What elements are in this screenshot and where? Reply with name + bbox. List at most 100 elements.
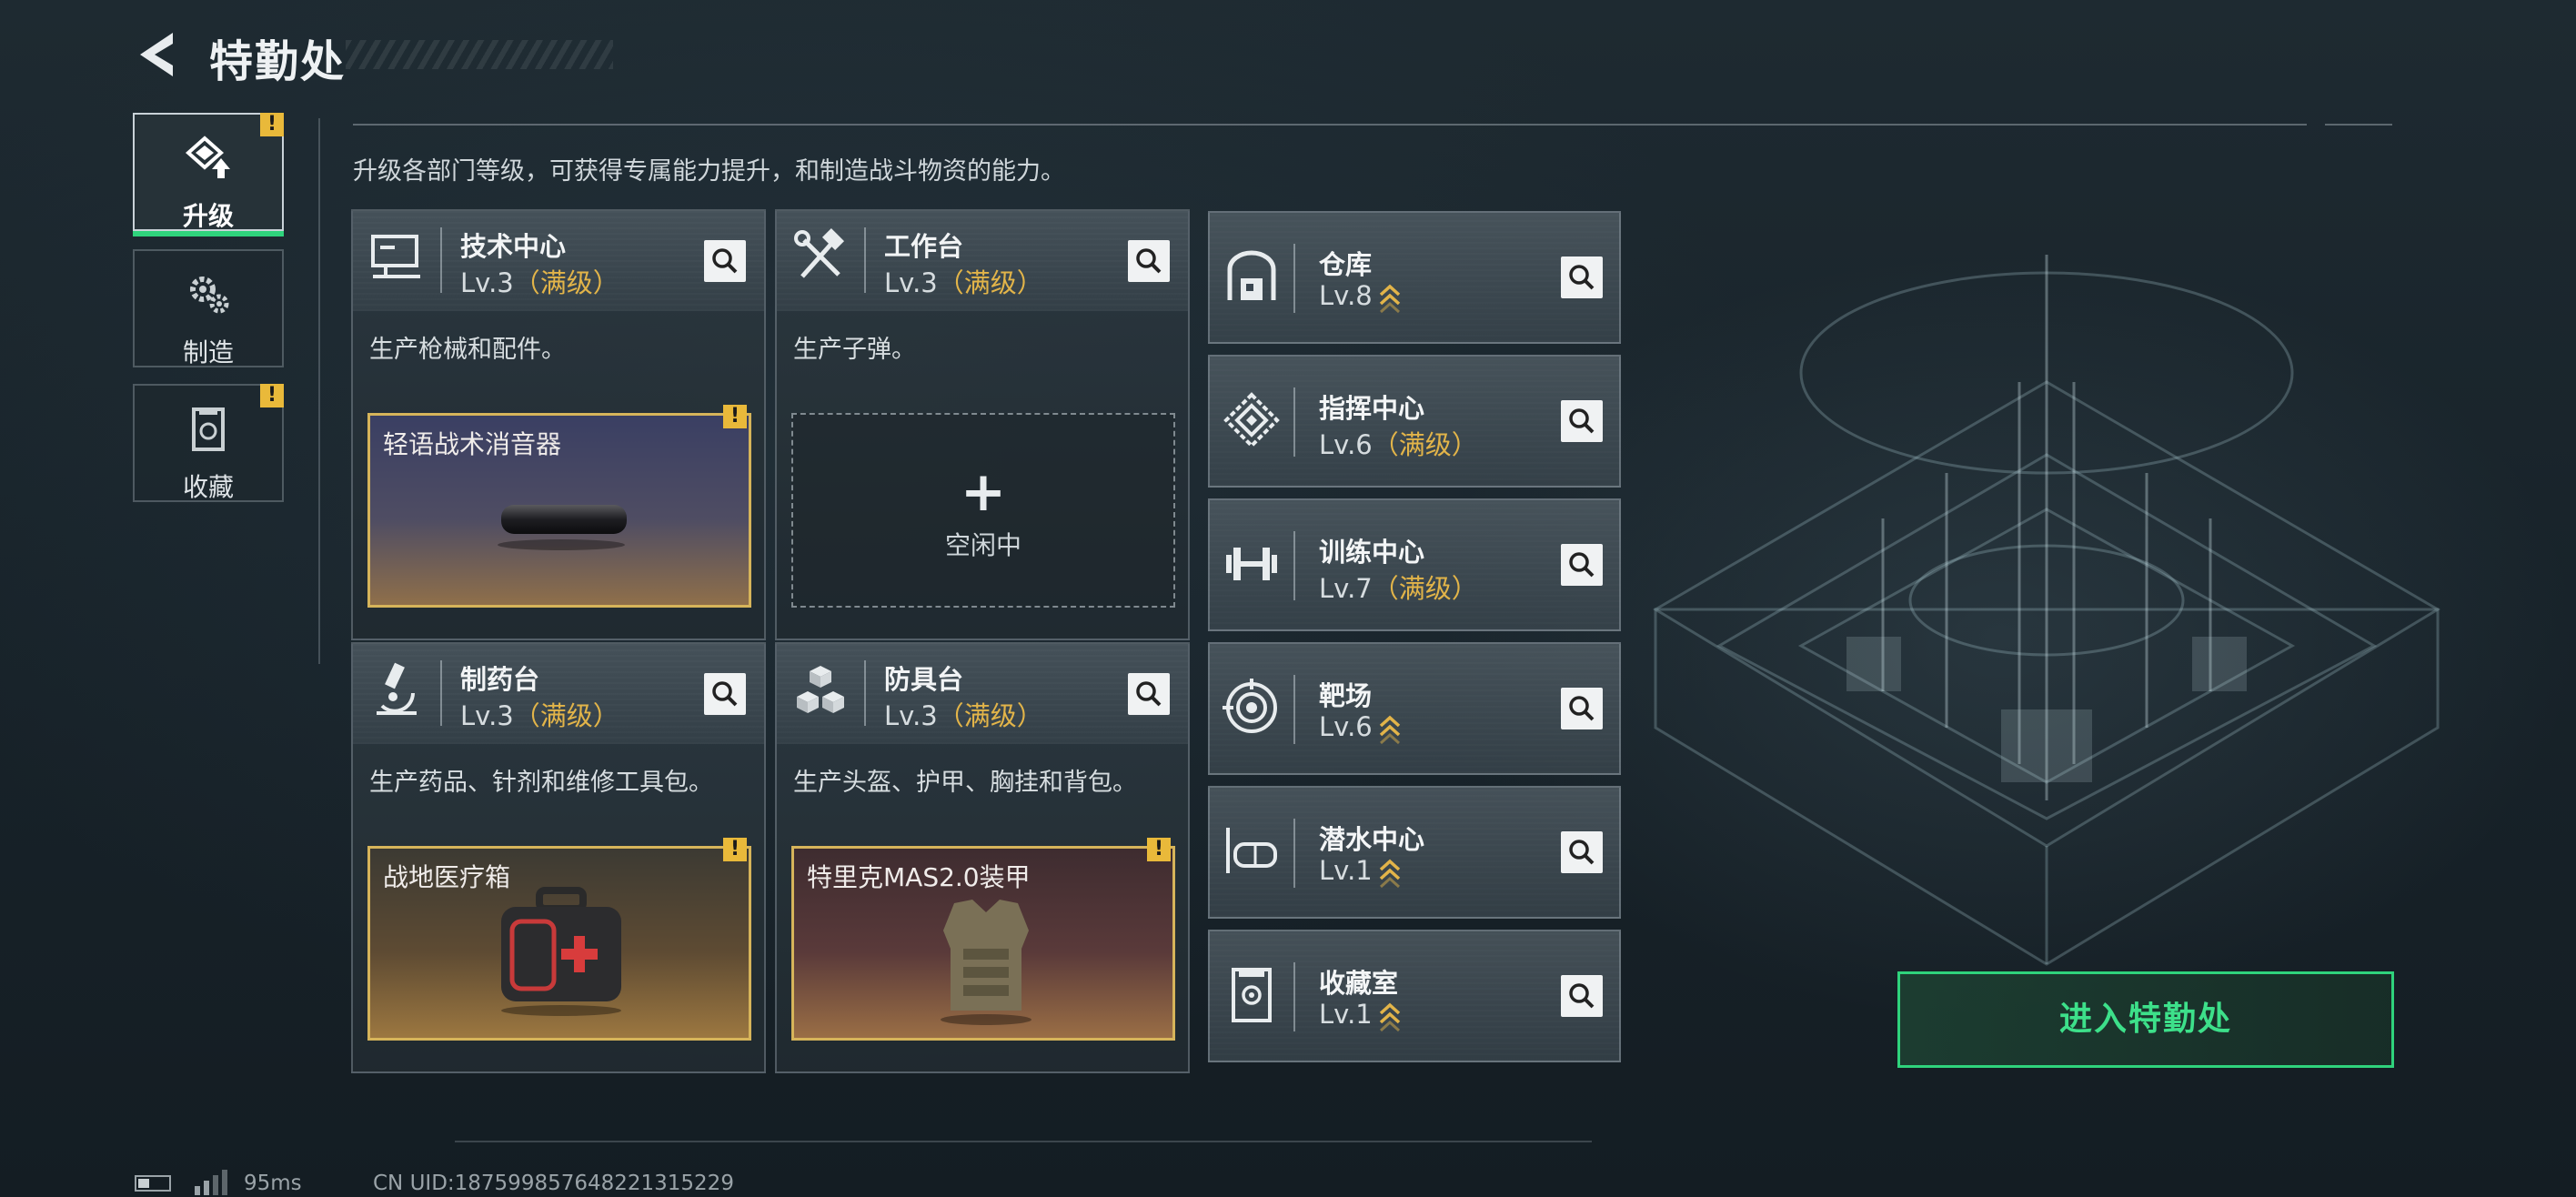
suppressor-item-image (498, 505, 627, 550)
facility-shooting-range[interactable]: 靶场 Lv.6 (1208, 642, 1621, 775)
empty-production-slot[interactable]: + 空闲中 (791, 413, 1175, 608)
upgrade-available-icon (1379, 859, 1400, 888)
collection-icon (192, 407, 225, 451)
tab-collection[interactable]: 收藏 ! (133, 384, 284, 502)
facility-collection-room[interactable]: 收藏室 Lv.1 (1208, 930, 1621, 1062)
facility-level: Lv.6（满级） (1319, 424, 1478, 462)
search-button[interactable] (704, 240, 746, 282)
department-description: 生产枪械和配件。 (369, 336, 566, 364)
warehouse-icon (1227, 250, 1276, 300)
tab-upgrade-label: 升级 (182, 201, 234, 231)
department-card-armor[interactable]: 防具台 Lv.3（满级） 生产头盔、护甲、胸挂和背包。 特里克MAS2.0装甲 … (775, 642, 1190, 1073)
upgrade-available-icon (1379, 284, 1400, 313)
level-value: Lv.3 (460, 267, 514, 298)
facility-name: 仓库 (1319, 249, 1373, 280)
upgrade-available-icon (1379, 715, 1400, 744)
plus-icon: + (960, 460, 1007, 524)
department-name: 制药台 (460, 664, 540, 695)
computer-icon (371, 235, 420, 278)
level-value: Lv.1 (1319, 999, 1373, 1030)
alert-badge: ! (1147, 838, 1171, 861)
tab-upgrade[interactable]: 升级 ! (133, 113, 284, 236)
search-icon (1569, 696, 1595, 721)
card-separator (864, 227, 866, 293)
facility-separator (1293, 387, 1295, 457)
alert-badge: ! (723, 838, 747, 861)
max-level-tag: （满级） (1372, 429, 1478, 460)
level-value: Lv.3 (884, 267, 938, 298)
alert-badge: ! (260, 113, 284, 136)
max-level-tag: （满级） (937, 267, 1043, 298)
back-arrow-icon[interactable] (133, 29, 180, 80)
card-separator (864, 660, 866, 726)
microscope-icon (377, 662, 417, 715)
tab-collection-label: 收藏 (182, 472, 234, 502)
level-value: Lv.6 (1319, 711, 1373, 742)
facility-level: Lv.7（满级） (1319, 568, 1478, 606)
top-divider (353, 124, 2307, 126)
facility-level: Lv.1 (1319, 855, 1402, 888)
alert-badge: ! (260, 384, 284, 407)
search-icon (1136, 248, 1162, 274)
left-divider (318, 118, 320, 664)
signal-strength-icon (195, 1170, 227, 1195)
max-level-tag: （满级） (513, 700, 619, 731)
idle-label: 空闲中 (944, 530, 1021, 560)
search-button[interactable] (1561, 688, 1603, 729)
upgrade-icon (185, 136, 230, 178)
search-button[interactable] (1561, 831, 1603, 873)
production-slot[interactable]: 战地医疗箱 ! (367, 838, 751, 1041)
card-separator (440, 660, 442, 726)
facility-level: Lv.6 (1319, 711, 1402, 744)
search-icon (1569, 983, 1595, 1009)
tab-craft[interactable]: 制造 (133, 249, 284, 367)
production-slot[interactable]: 特里克MAS2.0装甲 ! (791, 838, 1175, 1041)
medkit-item-image (501, 887, 621, 1016)
max-level-tag: （满级） (513, 267, 619, 298)
department-card-tech-center[interactable]: 技术中心 Lv.3（满级） 生产枪械和配件。 轻语战术消音器 ! (351, 209, 766, 640)
command-center-icon (1223, 392, 1280, 448)
craft-gears-icon (190, 277, 229, 314)
facility-level: Lv.8 (1319, 280, 1402, 313)
search-icon (1569, 840, 1595, 865)
facility-separator (1293, 244, 1295, 313)
max-level-tag: （满级） (1372, 573, 1478, 604)
level-value: Lv.7 (1319, 573, 1373, 604)
search-button[interactable] (704, 673, 746, 715)
facility-separator (1293, 675, 1295, 744)
max-level-tag: （满级） (937, 700, 1043, 731)
facility-separator (1293, 531, 1295, 600)
enter-special-ops-button[interactable]: 进入特勤处 (1897, 971, 2394, 1068)
search-button[interactable] (1561, 256, 1603, 298)
target-icon (1223, 679, 1277, 733)
base-hologram-illustration (1653, 255, 2440, 966)
page-title: 特勤处 (209, 36, 347, 87)
search-button[interactable] (1561, 975, 1603, 1017)
facility-separator (1293, 962, 1295, 1031)
department-name: 防具台 (884, 664, 964, 695)
search-button[interactable] (1561, 400, 1603, 442)
search-button[interactable] (1561, 544, 1603, 586)
facility-diving-center[interactable]: 潜水中心 Lv.1 (1208, 786, 1621, 919)
search-button[interactable] (1128, 240, 1170, 282)
facility-name: 靶场 (1319, 680, 1373, 711)
item-name: 轻语战术消音器 (383, 429, 562, 459)
department-level: Lv.3（满级） (884, 695, 1043, 733)
bottom-divider (455, 1141, 1592, 1142)
facility-command-center[interactable]: 指挥中心 Lv.6（满级） (1208, 355, 1621, 488)
department-level: Lv.3（满级） (460, 262, 619, 300)
production-slot[interactable]: 轻语战术消音器 ! (367, 405, 751, 608)
department-card-pharmacy[interactable]: 制药台 Lv.3（满级） 生产药品、针剂和维修工具包。 战地医疗箱 ! (351, 642, 766, 1073)
facility-warehouse[interactable]: 仓库 Lv.8 (1208, 211, 1621, 344)
alert-badge: ! (723, 405, 747, 428)
department-name: 技术中心 (460, 231, 567, 262)
level-value: Lv.6 (1319, 429, 1373, 460)
facility-level: Lv.1 (1319, 999, 1402, 1031)
body-armor-item-image (941, 900, 1031, 1025)
card-separator (440, 227, 442, 293)
facility-training-center[interactable]: 训练中心 Lv.7（满级） (1208, 498, 1621, 631)
search-button[interactable] (1128, 673, 1170, 715)
department-card-workbench[interactable]: 工作台 Lv.3（满级） 生产子弹。 + 空闲中 (775, 209, 1190, 640)
user-uid: CN UID:1875998576482213152​29 (373, 1172, 734, 1195)
search-icon (1569, 265, 1595, 290)
